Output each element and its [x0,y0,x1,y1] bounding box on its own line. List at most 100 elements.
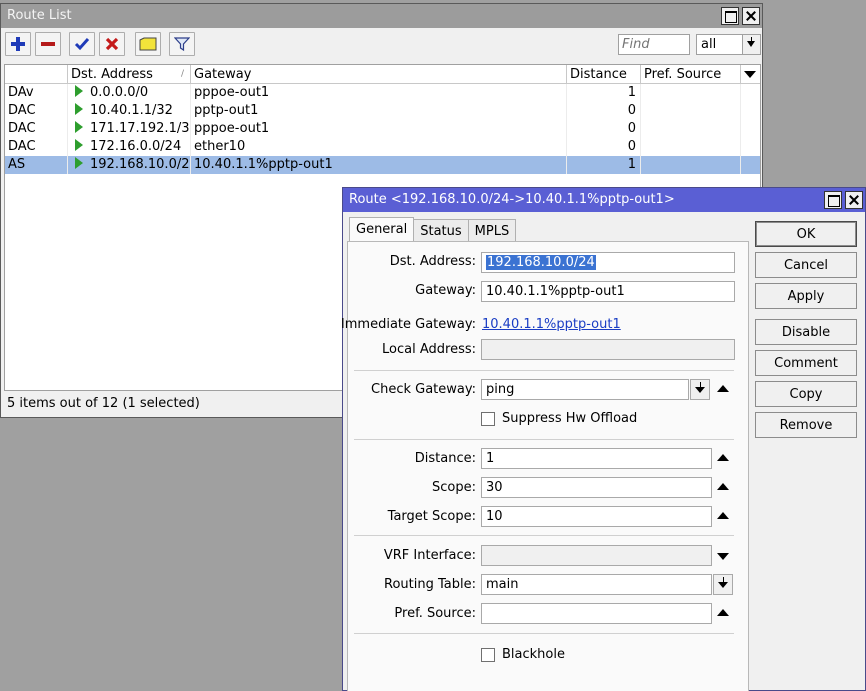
comment-button[interactable]: Comment [755,350,857,376]
route-list-toolbar: all [1,28,762,60]
route-arrow-icon [75,85,83,97]
row-flags: DAC [5,138,68,156]
suppress-hw-offload-checkbox[interactable] [481,412,495,426]
close-icon[interactable] [845,191,863,209]
table-row[interactable]: DAv 0.0.0.0/0 pppoe-out1 1 [5,84,760,102]
check-gateway-dropdown-icon[interactable] [690,379,710,400]
maximize-icon[interactable] [721,7,739,25]
route-list-titlebar[interactable]: Route List [1,4,762,28]
row-pref-source [641,102,741,120]
row-gateway: pppoe-out1 [191,120,567,138]
col-dst-address[interactable]: Dst. Address / [68,65,191,83]
separator [354,633,734,634]
minus-icon [41,42,55,46]
disable-button[interactable]: Disable [755,319,857,345]
remove-button[interactable]: Remove [755,412,857,438]
collapse-up-icon[interactable] [717,483,729,490]
gateway-field[interactable]: 10.40.1.1%pptp-out1 [481,281,735,302]
col-flags[interactable] [5,65,68,83]
suppress-hw-offload-label: Suppress Hw Offload [502,411,638,426]
row-pref-source [641,138,741,156]
gateway-label: Gateway: [415,283,476,298]
note-icon [139,37,157,51]
row-distance: 0 [567,120,641,138]
dst-address-field[interactable]: 192.168.10.0/24 [481,252,735,273]
disable-button[interactable] [99,32,125,56]
maximize-icon[interactable] [824,191,842,209]
dialog-tabs: General Status MPLS [349,217,517,243]
dialog-titlebar[interactable]: Route <192.168.10.0/24->10.40.1.1%pptp-o… [343,188,865,212]
route-arrow-icon [75,121,83,133]
row-pref-source [641,156,741,174]
add-button[interactable] [5,32,31,56]
comment-button[interactable] [135,32,161,56]
check-gateway-label: Check Gateway: [371,382,476,397]
filter-button[interactable] [169,32,195,56]
collapse-up-icon[interactable] [717,512,729,519]
col-gateway[interactable]: Gateway [191,65,567,83]
table-row[interactable]: DAC 171.17.192.1/32 pppoe-out1 0 [5,120,760,138]
target-scope-field[interactable]: 10 [481,506,712,527]
vrf-interface-label: VRF Interface: [383,548,476,563]
status-bar: 5 items out of 12 (1 selected) [7,396,200,411]
funnel-icon [174,37,190,52]
row-flags: DAC [5,102,68,120]
row-distance: 0 [567,102,641,120]
table-row[interactable]: DAC 10.40.1.1/32 pptp-out1 0 [5,102,760,120]
pref-source-field[interactable] [481,603,712,624]
row-gateway: pppoe-out1 [191,84,567,102]
col-distance[interactable]: Distance [567,65,641,83]
row-gateway: pptp-out1 [191,102,567,120]
expand-down-icon[interactable] [717,553,729,560]
find-input[interactable] [618,34,690,55]
remove-button[interactable] [35,32,61,56]
collapse-up-icon[interactable] [717,385,729,392]
route-arrow-icon [75,157,83,169]
column-chooser-icon[interactable] [741,65,758,83]
routing-table-field[interactable]: main [481,574,712,595]
tab-general[interactable]: General [349,217,415,243]
local-address-label: Local Address: [382,342,476,357]
plus-icon [11,37,25,51]
distance-field[interactable]: 1 [481,448,712,469]
table-header: Dst. Address / Gateway Distance Pref. Sou… [5,65,760,84]
row-pref-source [641,120,741,138]
general-panel: Dst. Address: 192.168.10.0/24 Gateway: 1… [341,241,749,691]
apply-button[interactable]: Apply [755,283,857,309]
pref-source-label: Pref. Source: [394,606,476,621]
target-scope-label: Target Scope: [387,509,476,524]
table-row-selected[interactable]: AS 192.168.10.0/24 10.40.1.1%pptp-out1 1 [5,156,760,174]
collapse-up-icon[interactable] [717,454,729,461]
vrf-interface-field [481,545,712,566]
tab-mpls[interactable]: MPLS [467,219,517,243]
dst-address-label: Dst. Address: [389,254,476,269]
immediate-gateway-link[interactable]: 10.40.1.1%pptp-out1 [482,317,621,332]
dialog-title: Route <192.168.10.0/24->10.40.1.1%pptp-o… [349,192,675,207]
col-pref-source[interactable]: Pref. Source [641,65,741,83]
copy-button[interactable]: Copy [755,381,857,407]
routing-table-dropdown-icon[interactable] [713,574,733,595]
row-gateway: ether10 [191,138,567,156]
filter-value: all [701,37,717,52]
check-gateway-field[interactable]: ping [481,379,689,400]
route-arrow-icon [75,139,83,151]
blackhole-checkbox[interactable] [481,648,495,662]
collapse-up-icon[interactable] [717,609,729,616]
table-row[interactable]: DAC 172.16.0.0/24 ether10 0 [5,138,760,156]
row-distance: 1 [567,84,641,102]
row-dst: 0.0.0.0/0 [68,84,191,102]
ok-button[interactable]: OK [755,221,857,247]
dropdown-arrow-icon[interactable] [742,35,760,54]
tab-status[interactable]: Status [413,219,469,243]
row-dst: 171.17.192.1/32 [68,120,191,138]
row-distance: 0 [567,138,641,156]
cancel-button[interactable]: Cancel [755,252,857,278]
scope-field[interactable]: 30 [481,477,712,498]
filter-select[interactable]: all [696,34,761,55]
route-dialog: Route <192.168.10.0/24->10.40.1.1%pptp-o… [341,187,866,691]
close-icon[interactable] [742,7,760,25]
enable-button[interactable] [69,32,95,56]
row-dst: 172.16.0.0/24 [68,138,191,156]
distance-label: Distance: [414,451,476,466]
row-flags: AS [5,156,68,174]
